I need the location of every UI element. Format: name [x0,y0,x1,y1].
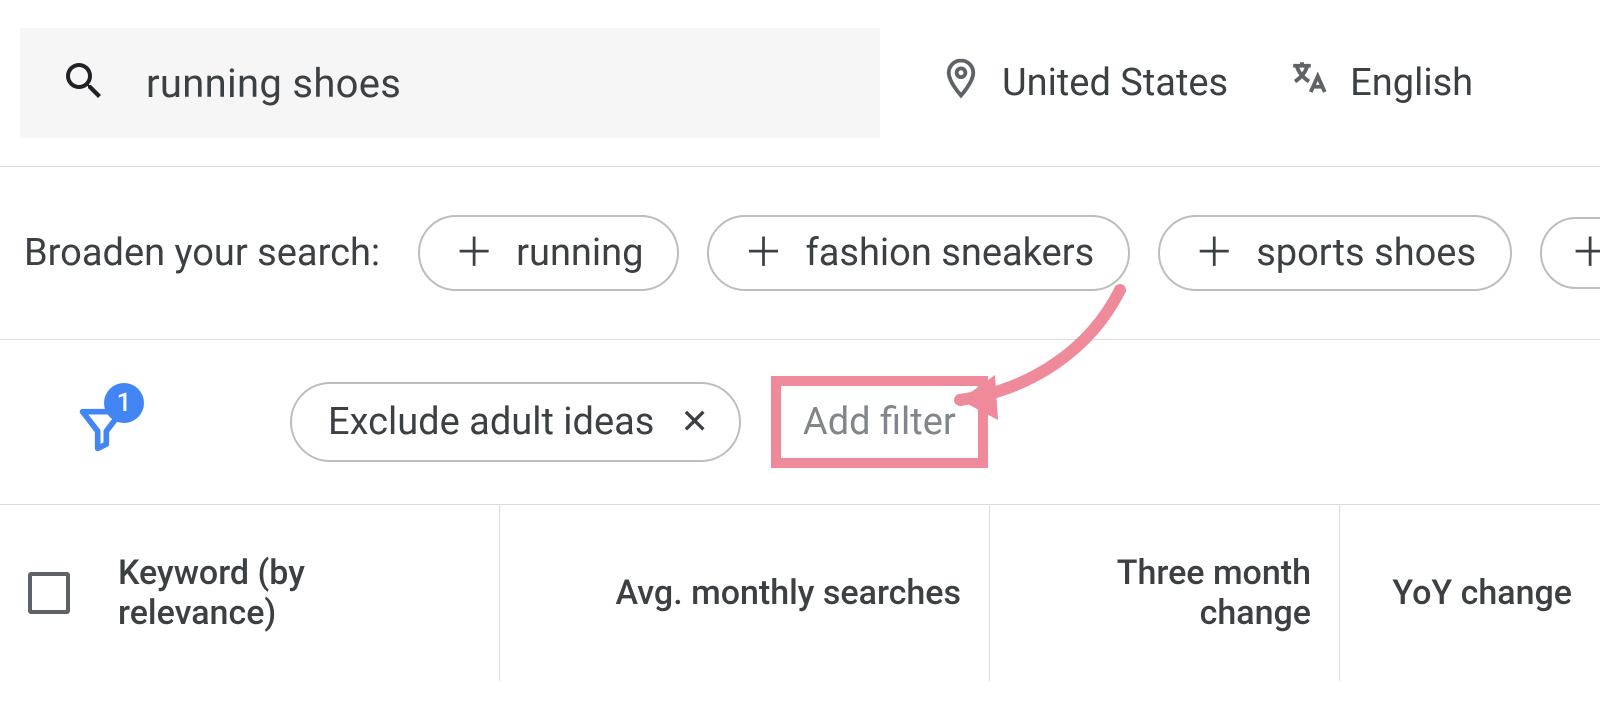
broaden-search-row: Broaden your search: ＋ running ＋ fashion… [0,167,1600,340]
column-header-avg-searches[interactable]: Avg. monthly searches [500,505,990,681]
column-header-label: Keyword (by relevance) [118,553,471,633]
active-filter-pill[interactable]: Exclude adult ideas ✕ [290,382,741,462]
column-header-three-month[interactable]: Three month change [990,505,1340,681]
translate-icon [1288,57,1330,109]
column-header-yoy[interactable]: YoY change [1340,505,1600,681]
broaden-chip-overflow[interactable]: ＋ [1540,217,1600,289]
location-selector[interactable]: United States [940,57,1228,109]
column-header-label: Three month change [1018,553,1311,633]
broaden-chip-sports-shoes[interactable]: ＋ sports shoes [1158,215,1512,291]
search-and-locale-row: running shoes United States English [0,0,1600,166]
search-icon [60,57,108,109]
search-query-text: running shoes [146,60,401,107]
plus-icon: ＋ [743,233,783,273]
add-filter-button[interactable]: Add filter [771,376,988,468]
filter-row: 1 Exclude adult ideas ✕ Add filter [0,340,1600,505]
language-label: English [1350,61,1473,105]
plus-icon: ＋ [454,233,494,273]
search-input[interactable]: running shoes [20,28,880,138]
broaden-chip-fashion-sneakers[interactable]: ＋ fashion sneakers [707,215,1130,291]
broaden-label: Broaden your search: [24,231,380,275]
broaden-chip-running[interactable]: ＋ running [418,215,679,291]
language-selector[interactable]: English [1288,57,1473,109]
close-icon[interactable]: ✕ [680,405,709,439]
column-header-keyword[interactable]: Keyword (by relevance) [0,505,500,681]
location-label: United States [1002,61,1228,105]
location-pin-icon [940,57,982,109]
select-all-checkbox[interactable] [28,572,70,614]
add-filter-label: Add filter [803,400,956,444]
filter-count-badge: 1 [104,383,144,423]
column-header-label: YoY change [1392,573,1572,613]
broaden-chip-label: running [516,231,643,275]
plus-icon: ＋ [1194,233,1234,273]
column-header-label: Avg. monthly searches [616,573,961,613]
broaden-chip-label: sports shoes [1256,231,1476,275]
broaden-chip-label: fashion sneakers [805,231,1094,275]
filter-funnel-button[interactable]: 1 [70,387,140,457]
plus-icon: ＋ [1570,233,1600,273]
table-header-row: Keyword (by relevance) Avg. monthly sear… [0,505,1600,681]
locale-group: United States English [940,57,1473,109]
active-filter-label: Exclude adult ideas [328,400,654,444]
